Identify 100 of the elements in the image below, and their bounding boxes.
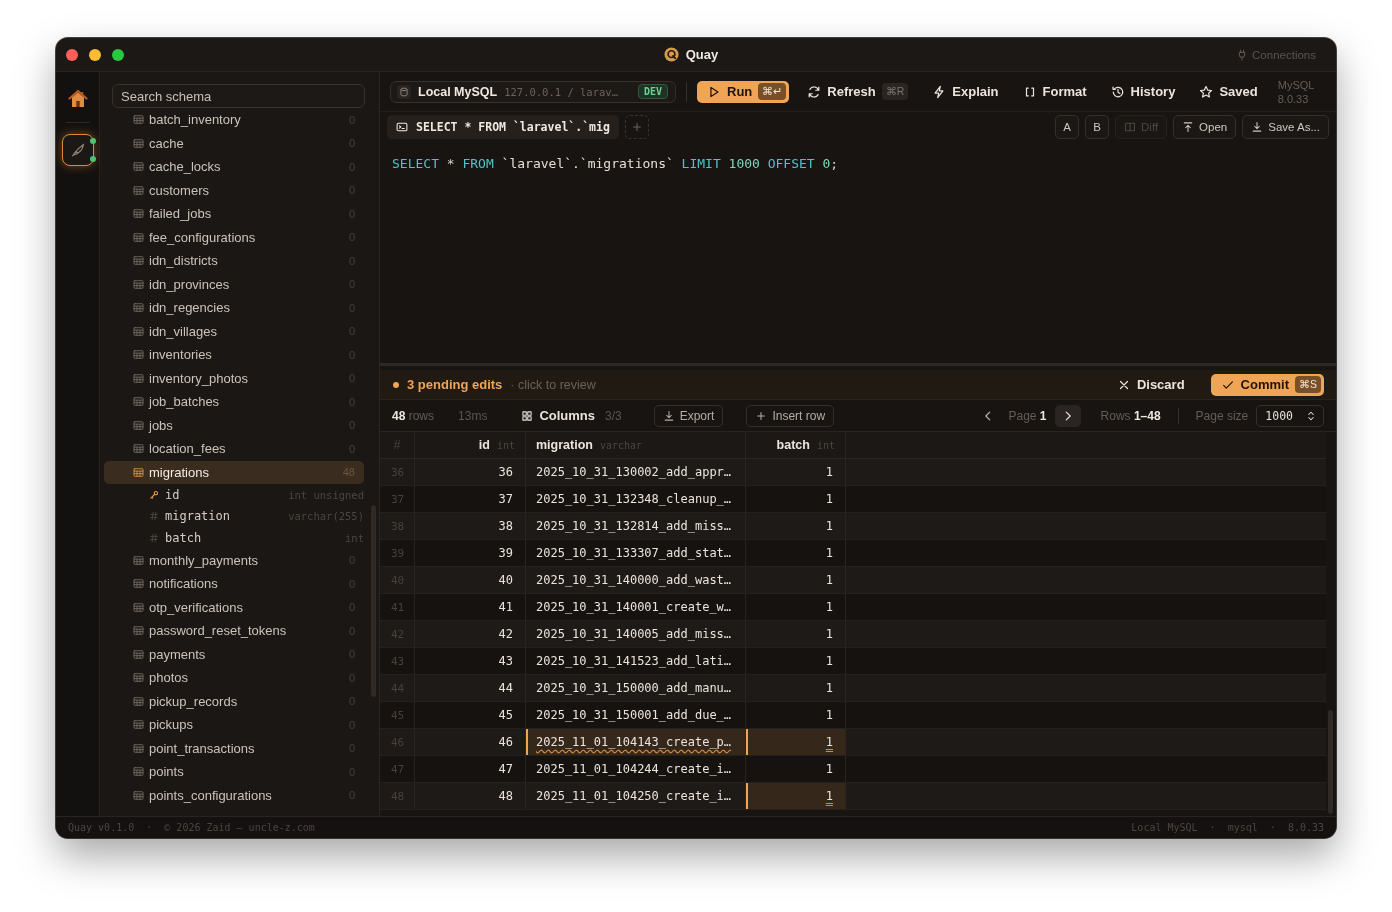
page-indicator: Page 1 xyxy=(1008,408,1047,423)
window-minimize-icon[interactable] xyxy=(89,48,101,61)
table-icon xyxy=(133,789,144,801)
query-editor[interactable]: SELECT * FROM `laravel`.`migrations` LIMIT 1000 OFFSET 0; xyxy=(380,142,1336,363)
compare-button[interactable]: A xyxy=(1055,115,1080,139)
save-as-button[interactable]: Save As... xyxy=(1242,115,1329,139)
connection-button[interactable] xyxy=(61,134,94,166)
table-cell[interactable]: 2025_10_31_141523_add_lati… xyxy=(526,648,746,674)
table-cell[interactable]: 1 xyxy=(746,459,846,485)
format-button[interactable]: Format xyxy=(1016,80,1093,103)
run-button[interactable]: Run ⌘↵ xyxy=(697,80,790,103)
export-button[interactable]: Export xyxy=(653,404,724,427)
search-field[interactable]: Search schema xyxy=(112,84,365,108)
terminal-icon xyxy=(396,121,408,133)
window-title: Quay xyxy=(685,47,719,62)
query-duration: 13ms xyxy=(458,408,488,423)
scrollbar-thumb[interactable] xyxy=(1328,710,1333,814)
hash-icon xyxy=(149,532,159,543)
commit-button[interactable]: Commit ⌘S xyxy=(1210,373,1324,396)
table-icon xyxy=(133,137,144,149)
connection-address: 127.0.0.1 / larav… xyxy=(504,85,618,98)
table-cell[interactable]: 41 xyxy=(415,594,526,620)
table-cell[interactable]: 2025_10_31_150001_add_due_… xyxy=(526,702,746,728)
server-version: 8.0.33 xyxy=(1277,91,1310,106)
open-button[interactable]: Open xyxy=(1173,115,1237,139)
download-icon xyxy=(1251,121,1264,133)
connection-selector[interactable]: Local MySQL 127.0.0.1 / larav… DEV xyxy=(390,80,676,103)
window-zoom-icon[interactable] xyxy=(112,48,124,61)
table-cell[interactable]: 1 xyxy=(746,621,846,647)
table-icon xyxy=(133,419,144,431)
columns-button[interactable]: Columns 3/3 xyxy=(521,408,622,423)
table-cell[interactable]: 1 xyxy=(746,540,846,566)
table-icon xyxy=(133,554,144,566)
table-cell[interactable]: 43 xyxy=(415,648,526,674)
insert-row-button[interactable]: Insert row xyxy=(746,404,835,427)
table-cell[interactable]: 2025_10_31_140005_add_miss… xyxy=(526,621,746,647)
table-icon xyxy=(133,255,144,267)
window-close-icon[interactable] xyxy=(66,48,78,61)
explain-button[interactable]: Explain xyxy=(926,80,1005,103)
table-cell[interactable]: 2025_10_31_150000_add_manu… xyxy=(526,675,746,701)
table-cell[interactable]: 2025_10_31_140001_create_w… xyxy=(526,594,746,620)
table-cell[interactable]: 2025_10_31_130002_add_appr… xyxy=(526,459,746,485)
table-cell[interactable]: 44 xyxy=(415,675,526,701)
table-cell[interactable]: 1 xyxy=(746,702,846,728)
table-cell[interactable]: 1 xyxy=(746,675,846,701)
table-icon xyxy=(133,601,144,613)
history-button[interactable]: History xyxy=(1104,80,1182,103)
table-cell[interactable]: 1 xyxy=(746,486,846,512)
table-cell[interactable]: 1 xyxy=(746,729,846,755)
history-icon xyxy=(1110,84,1125,99)
table-cell[interactable]: 42 xyxy=(415,621,526,647)
discard-button[interactable]: Discard xyxy=(1110,373,1191,396)
table-cell[interactable]: 2025_10_31_133307_add_stat… xyxy=(526,540,746,566)
table-icon xyxy=(133,184,144,196)
environment-badge: DEV xyxy=(637,84,668,99)
table-cell[interactable]: 2025_11_01_104143_create_p… xyxy=(526,729,746,755)
table-cell[interactable]: 36 xyxy=(415,459,526,485)
table-icon xyxy=(133,349,144,361)
refresh-button[interactable]: Refresh ⌘R xyxy=(801,80,915,103)
table-cell[interactable]: 1 xyxy=(746,648,846,674)
grid-icon xyxy=(521,409,534,422)
plus-icon xyxy=(755,409,768,422)
table-cell[interactable]: 45 xyxy=(415,702,526,728)
sql-code: SELECT * FROM `laravel`.`migrations` LIMIT 1000 OFFSET 0; xyxy=(392,155,839,173)
table-cell[interactable]: 2025_10_31_132348_cleanup_… xyxy=(526,486,746,512)
pending-edits-count[interactable]: 3 pending edits xyxy=(407,377,503,392)
saved-button[interactable]: Saved xyxy=(1193,80,1264,103)
table-cell[interactable]: 1 xyxy=(746,567,846,593)
row-range: Rows 1–48 xyxy=(1100,408,1161,423)
table-cell[interactable]: 47 xyxy=(415,756,526,782)
compare-button[interactable]: B xyxy=(1085,115,1110,139)
table-cell[interactable]: 39 xyxy=(415,540,526,566)
table-cell[interactable]: 2025_11_01_104244_create_i… xyxy=(526,756,746,782)
table-icon xyxy=(133,695,144,707)
table-cell[interactable]: 1 xyxy=(746,513,846,539)
table-cell[interactable]: 38 xyxy=(415,513,526,539)
connection-name: Local MySQL xyxy=(418,84,498,99)
page-size-select[interactable]: 1000 xyxy=(1256,404,1324,427)
status-dot-icon xyxy=(393,381,399,388)
table-cell[interactable]: 1 xyxy=(746,756,846,782)
next-page-button[interactable] xyxy=(1054,404,1081,427)
table-cell[interactable]: 2025_10_31_140000_add_wast… xyxy=(526,567,746,593)
table-cell[interactable]: 48 xyxy=(415,783,526,809)
table-icon xyxy=(133,161,144,173)
table-cell[interactable]: 37 xyxy=(415,486,526,512)
chevron-up-down-icon xyxy=(1305,409,1317,422)
table-icon xyxy=(133,443,144,455)
query-tab[interactable]: SELECT * FROM `laravel`.`mig xyxy=(387,115,619,139)
play-icon xyxy=(707,84,721,99)
table-cell[interactable]: 40 xyxy=(415,567,526,593)
column-count: 3/3 xyxy=(605,408,622,423)
table-cell[interactable]: 2025_10_31_132814_add_miss… xyxy=(526,513,746,539)
table-icon xyxy=(133,231,144,243)
table-cell[interactable]: 1 xyxy=(746,594,846,620)
table-icon xyxy=(133,466,144,478)
table-cell[interactable]: 1 xyxy=(746,783,846,809)
logo-icon xyxy=(663,47,679,62)
table-icon xyxy=(133,325,144,337)
columns-icon xyxy=(1124,121,1137,133)
server-name: MySQL xyxy=(1277,77,1315,92)
